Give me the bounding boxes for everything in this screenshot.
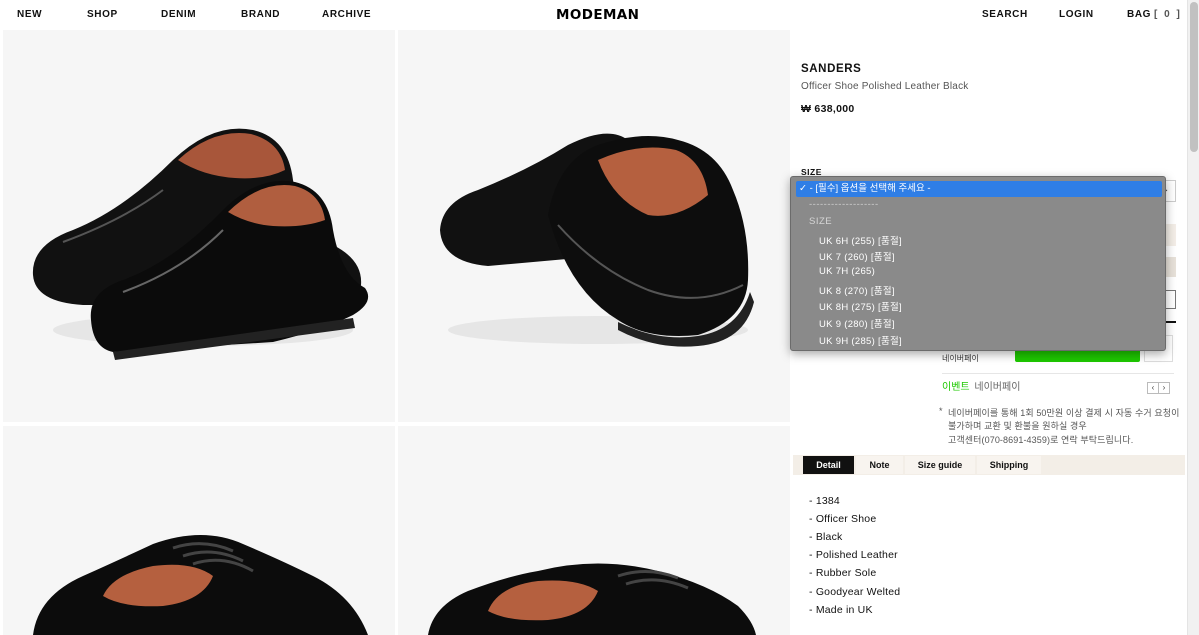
detail-line: - Goodyear Welted xyxy=(809,586,901,598)
product-brand[interactable]: SANDERS xyxy=(801,63,861,75)
product-name: Officer Shoe Polished Leather Black xyxy=(801,81,969,92)
naverpay-label: 네이버페이 xyxy=(942,354,979,363)
detail-line: - Rubber Sole xyxy=(809,567,877,579)
nav-shop-link[interactable]: SHOP xyxy=(87,9,118,20)
notice-marker: * xyxy=(939,406,943,416)
tab-detail[interactable]: Detail xyxy=(803,456,854,474)
naverpay-notice-line-2: 불가하며 교환 및 환불을 원하실 경우 xyxy=(948,421,1087,431)
site-logo[interactable]: MODEMAN xyxy=(556,7,639,23)
event-pager: ‹ › xyxy=(1147,377,1170,395)
nav-archive-link[interactable]: ARCHIVE xyxy=(322,9,371,20)
dropdown-option[interactable]: UK 7H (265) xyxy=(819,266,875,277)
size-options-dropdown[interactable]: ✓ - [필수] 옵션을 선택해 주세요 - -----------------… xyxy=(790,176,1166,351)
dropdown-option[interactable]: UK 8 (270) [품절] xyxy=(819,283,895,297)
dropdown-option[interactable]: UK 9 (280) [품절] xyxy=(819,316,895,330)
product-price: ₩ 638,000 xyxy=(801,103,855,115)
dropdown-option[interactable]: UK 9H (285) [품절] xyxy=(819,333,902,347)
detail-line: - 1384 xyxy=(809,495,840,507)
detail-line: - Black xyxy=(809,531,843,543)
detail-line: - Officer Shoe xyxy=(809,513,877,525)
top-navigation: NEW SHOP DENIM BRAND ARCHIVE MODEMAN SEA… xyxy=(0,0,1186,30)
dropdown-group-label: SIZE xyxy=(809,216,833,227)
dropdown-option[interactable]: UK 6H (255) [품절] xyxy=(819,233,902,247)
shoe-side-detail-image xyxy=(428,563,756,635)
nav-denim-link[interactable]: DENIM xyxy=(161,9,196,20)
product-image-2[interactable] xyxy=(398,30,790,422)
dropdown-separator: ------------------- xyxy=(809,199,879,210)
product-image-4[interactable] xyxy=(398,426,790,635)
scrollbar-thumb[interactable] xyxy=(1190,2,1198,152)
naverpay-notice-line-1: 네이버페이를 통해 1회 50만원 이상 결제 시 자동 수거 요청이 xyxy=(948,408,1180,418)
page-scrollbar[interactable] xyxy=(1187,0,1199,635)
shoe-pair-back-image xyxy=(440,133,754,347)
bag-count-badge[interactable]: [ 0 ] xyxy=(1154,9,1182,20)
naverpay-event-row: 이벤트 네이버페이 xyxy=(942,373,1174,393)
chevron-right-icon[interactable]: › xyxy=(1158,382,1170,394)
nav-search-link[interactable]: SEARCH xyxy=(982,9,1028,20)
tab-note[interactable]: Note xyxy=(856,456,903,474)
nav-login-link[interactable]: LOGIN xyxy=(1059,9,1094,20)
nav-bag-link[interactable]: BAG xyxy=(1127,9,1151,20)
product-image-3[interactable] xyxy=(3,426,395,635)
nav-new-link[interactable]: NEW xyxy=(17,9,42,20)
naverpay-notice-line-3: 고객센터(070-8691-4359)로 연락 부탁드립니다. xyxy=(948,435,1134,445)
event-label[interactable]: 이벤트 xyxy=(942,382,970,393)
detail-line: - Made in UK xyxy=(809,604,873,616)
event-provider: 네이버페이 xyxy=(974,382,1021,393)
shoe-pair-front-image xyxy=(32,128,369,360)
dropdown-option[interactable]: UK 7 (260) [품절] xyxy=(819,249,895,263)
dropdown-option-label: - [필수] 옵션을 선택해 주세요 - xyxy=(809,183,931,194)
tab-shipping[interactable]: Shipping xyxy=(977,456,1041,474)
tab-size-guide[interactable]: Size guide xyxy=(905,456,975,474)
dropdown-option[interactable]: UK 8H (275) [품절] xyxy=(819,299,902,313)
checkmark-icon: ✓ xyxy=(799,183,807,194)
shoe-inner-label-image xyxy=(33,535,368,635)
detail-line: - Polished Leather xyxy=(809,549,898,561)
dropdown-option-required[interactable]: ✓ - [필수] 옵션을 선택해 주세요 - xyxy=(796,181,1162,197)
nav-brand-link[interactable]: BRAND xyxy=(241,9,280,20)
product-image-1[interactable] xyxy=(3,30,395,422)
